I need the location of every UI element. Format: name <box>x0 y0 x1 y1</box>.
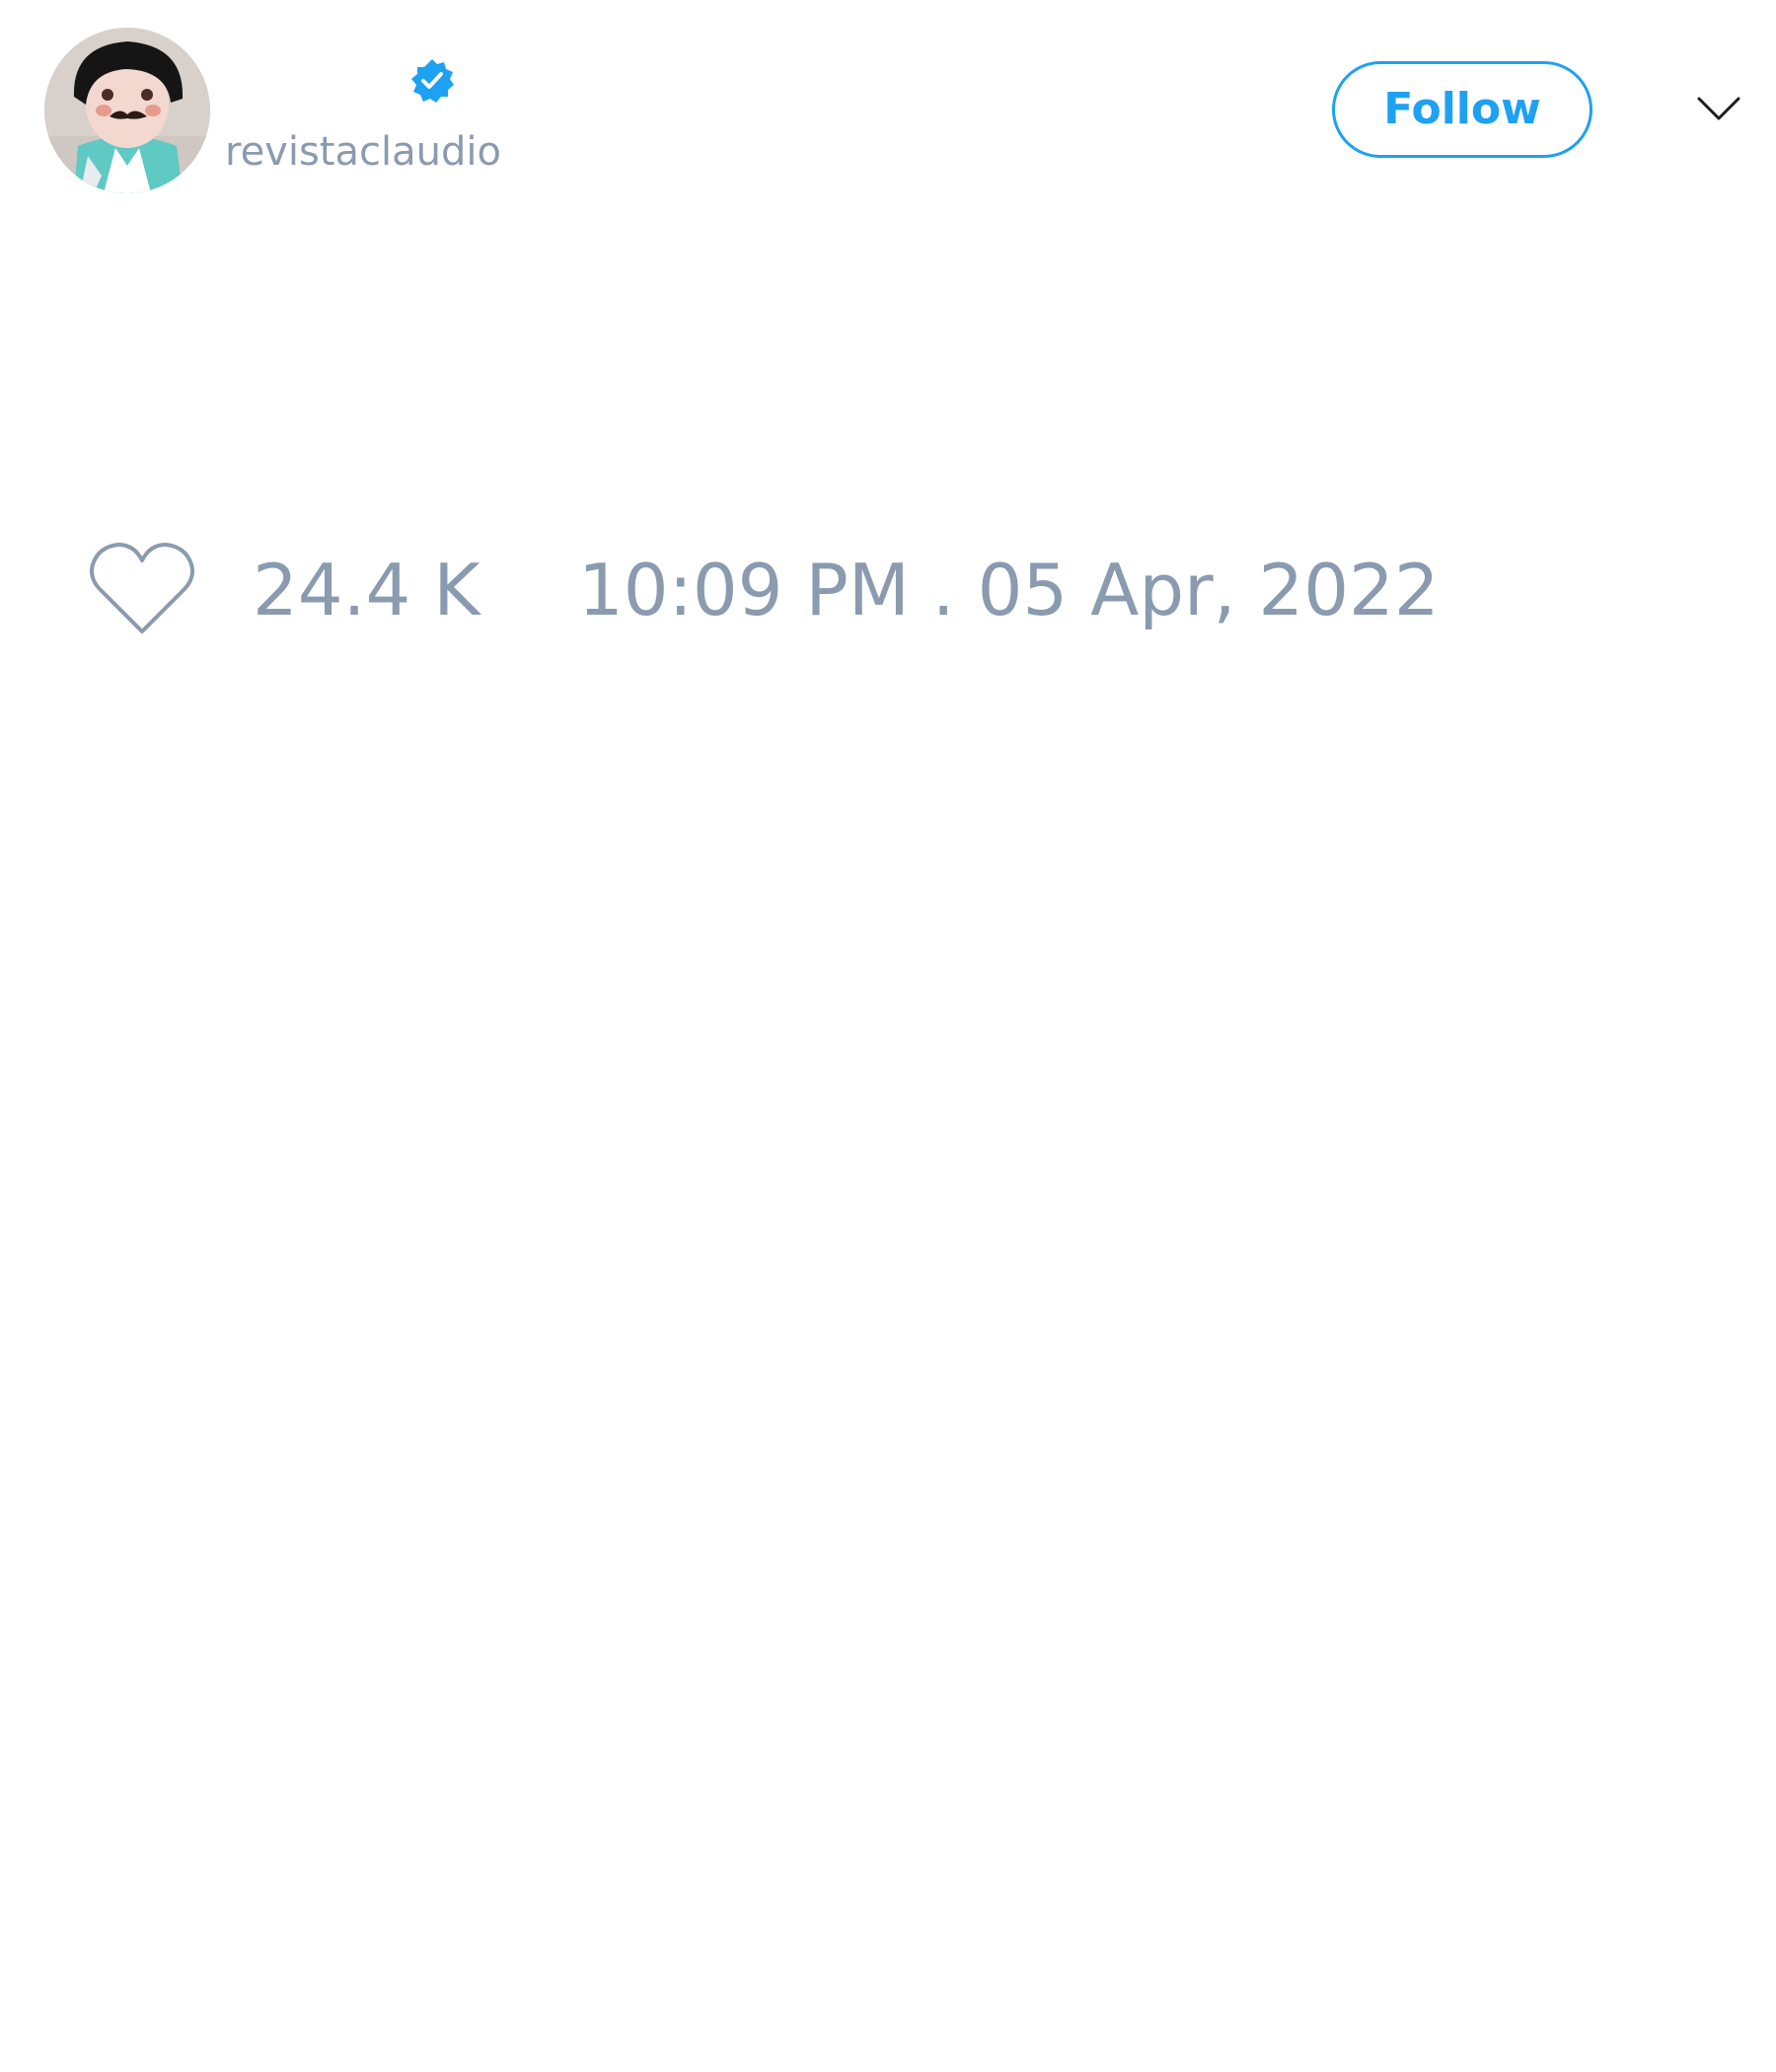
follow-button[interactable]: Follow <box>1332 61 1592 158</box>
avatar[interactable] <box>44 28 210 193</box>
verified-badge-icon <box>408 57 456 105</box>
chevron-down-icon[interactable] <box>1695 91 1742 126</box>
like-count: 24.4 K <box>253 549 481 631</box>
avatar-image <box>44 28 210 193</box>
tweet-timestamp[interactable]: 10:09 PM . 05 Apr, 2022 <box>578 549 1440 631</box>
author-handle[interactable]: revistaclaudio <box>225 126 501 178</box>
heart-icon[interactable] <box>89 541 195 637</box>
